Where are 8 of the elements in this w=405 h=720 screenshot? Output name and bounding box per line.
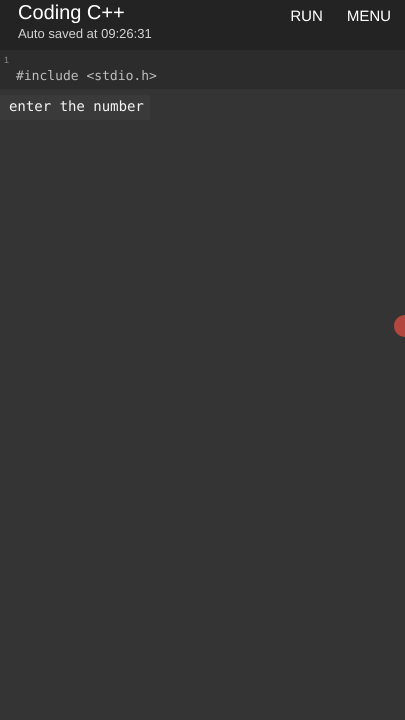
code-line: #include <stdio.h> — [15, 68, 158, 86]
autosave-status: Auto saved at 09:26:31 — [18, 25, 152, 43]
app-title: Coding C++ — [18, 2, 126, 24]
toolbar-button[interactable]: RUN — [290, 6, 323, 28]
scroll-handle[interactable] — [394, 314, 405, 336]
console-output: enter the number — [0, 94, 150, 120]
line-number: 1 — [4, 54, 10, 66]
toolbar-button[interactable]: MENU — [346, 6, 391, 28]
